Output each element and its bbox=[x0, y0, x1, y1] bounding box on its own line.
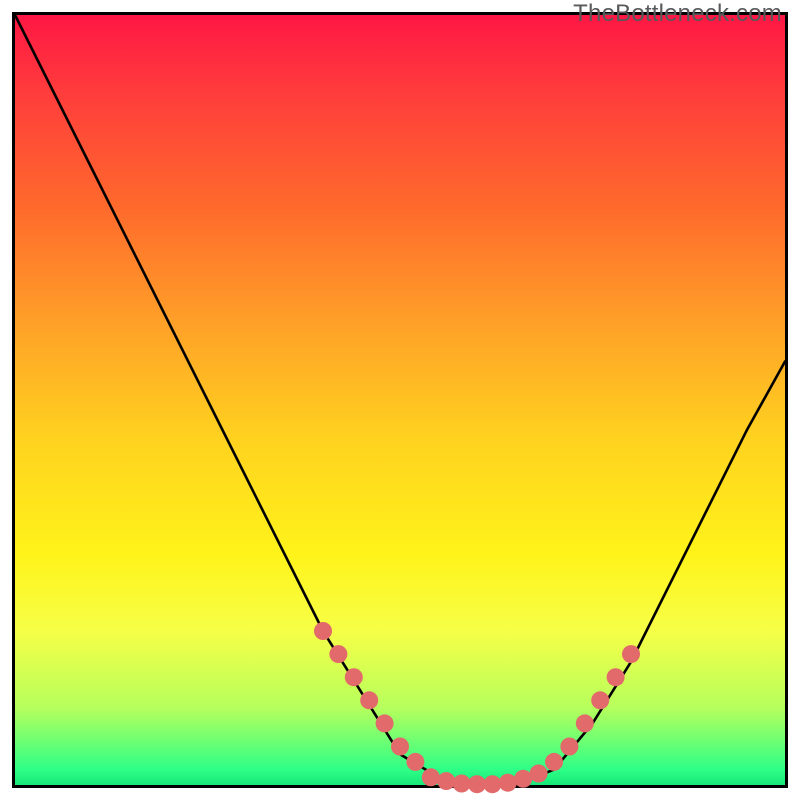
highlight-dot bbox=[437, 772, 455, 790]
highlight-dot bbox=[376, 714, 394, 732]
chart-svg bbox=[15, 15, 785, 785]
highlight-dot bbox=[530, 765, 548, 783]
dots-layer bbox=[314, 622, 640, 793]
bottleneck-chart: TheBottleneck.com bbox=[0, 0, 800, 800]
plot-area bbox=[12, 12, 788, 788]
highlight-dot bbox=[360, 691, 378, 709]
highlight-dot bbox=[453, 775, 471, 793]
highlight-dot bbox=[468, 775, 486, 793]
watermark-label: TheBottleneck.com bbox=[573, 0, 782, 28]
highlight-dot bbox=[607, 668, 625, 686]
highlight-dot bbox=[314, 622, 332, 640]
highlight-dot bbox=[545, 753, 563, 771]
highlight-dot bbox=[391, 738, 409, 756]
highlight-dot bbox=[560, 738, 578, 756]
highlight-dot bbox=[576, 714, 594, 732]
highlight-dot bbox=[422, 768, 440, 786]
highlight-dot bbox=[514, 770, 532, 788]
highlight-dot bbox=[406, 753, 424, 771]
bottleneck-curve-path bbox=[15, 15, 785, 785]
highlight-dot bbox=[329, 645, 347, 663]
highlight-dot bbox=[499, 774, 517, 792]
highlight-dot bbox=[591, 691, 609, 709]
highlight-dot bbox=[622, 645, 640, 663]
highlight-dot bbox=[483, 775, 501, 793]
highlight-dot bbox=[345, 668, 363, 686]
curve-layer bbox=[15, 15, 785, 785]
